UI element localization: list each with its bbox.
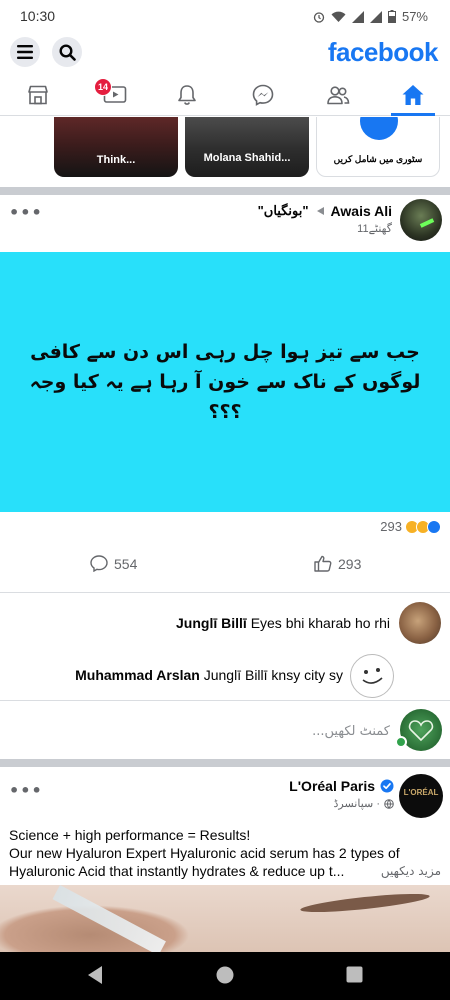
facebook-logo[interactable]: facebook (328, 37, 439, 68)
like-reaction-icon (427, 519, 441, 534)
post-meta: سپانسرڈ · (334, 797, 394, 810)
verified-badge-icon (380, 779, 394, 793)
comments-count: 554 (114, 555, 138, 572)
menu-button[interactable] (10, 37, 40, 67)
battery-icon (387, 10, 396, 23)
divider (0, 700, 450, 701)
divider (0, 592, 450, 593)
thumbs-up-icon (314, 555, 332, 572)
section-separator (0, 187, 450, 195)
author-avatar[interactable] (400, 199, 442, 241)
comment-text: Eyes bhi kharab ho rhi (250, 615, 390, 631)
tab-home[interactable] (393, 78, 433, 112)
group-name[interactable]: "بونگیاں" (258, 203, 309, 219)
story-caption: Molana Shahid... (203, 152, 291, 164)
post-header: "بونگیاں" Awais Ali (258, 203, 392, 219)
author-name[interactable]: L'Oréal Paris (289, 778, 375, 794)
post-options-button[interactable]: ••• (9, 781, 43, 800)
messenger-icon (252, 84, 274, 106)
comment-input[interactable]: کمنٹ لکھیں... (312, 724, 390, 739)
post-time: 11گھنٹے (357, 223, 392, 235)
add-story-icon (360, 117, 398, 140)
app-header: facebook (0, 34, 450, 72)
status-time: 10:30 (20, 8, 56, 24)
status-bar: 10:30 57% (0, 0, 450, 34)
sponsored-label: سپانسرڈ · (333, 798, 380, 810)
stories-tray: Think... Molana Shahid... سٹوری میں شامل… (0, 117, 450, 187)
post-body-line: Hyaluronic Acid that instantly hydrates … (9, 863, 345, 879)
home-button-icon[interactable] (216, 966, 234, 984)
section-separator (0, 759, 450, 767)
story-caption: Think... (96, 154, 136, 166)
home-active-indicator (391, 113, 435, 116)
author-name[interactable]: Awais Ali (331, 203, 392, 219)
bell-icon (178, 85, 196, 105)
story-card[interactable]: Molana Shahid... (185, 117, 309, 177)
globe-icon (384, 798, 394, 809)
post-body-line: Our new Hyaluron Expert Hyaluronic acid … (9, 845, 400, 861)
create-story-card[interactable]: سٹوری میں شامل کریں (316, 117, 440, 177)
system-navigation-bar (0, 952, 450, 1000)
comment-author[interactable]: Junglī Billī (176, 615, 247, 631)
create-story-label: سٹوری میں شامل کریں (333, 154, 423, 164)
reactions-count: 293 (380, 519, 402, 534)
commenter-avatar[interactable] (399, 602, 441, 644)
like-button[interactable]: 293 (314, 555, 361, 572)
wifi-icon (331, 11, 346, 22)
tab-messenger[interactable] (243, 78, 283, 112)
search-button[interactable] (52, 37, 82, 67)
signal2-icon (369, 10, 382, 23)
search-icon (58, 43, 76, 61)
watch-badge: 14 (94, 78, 112, 96)
marketplace-icon (28, 85, 48, 105)
tab-notifications[interactable] (167, 78, 207, 112)
smiley-icon (362, 668, 383, 684)
comment-icon (90, 555, 108, 572)
alarm-icon (313, 11, 325, 23)
online-indicator (395, 736, 407, 748)
comment-item: Junglī Billī Eyes bhi kharab ho rhi (176, 615, 390, 631)
signal-icon (351, 10, 364, 23)
advertiser-avatar[interactable]: L'ORÉAL (399, 774, 443, 818)
tab-nav (0, 72, 450, 116)
post-options-button[interactable]: ••• (9, 203, 43, 222)
post-meta: 11گھنٹے (357, 222, 392, 235)
post-body: Science + high performance = Results! Ou… (9, 826, 441, 880)
friends-icon (327, 86, 350, 105)
post-text: جب سے تیز ہوا چل رہی اس دن سے کافی لوگوں… (29, 341, 421, 423)
advertiser-logo-text: L'ORÉAL (403, 788, 439, 797)
back-icon[interactable] (86, 965, 104, 985)
menu-icon (17, 45, 33, 59)
comment-button[interactable]: 554 (90, 555, 137, 572)
tab-marketplace[interactable] (18, 78, 58, 112)
ad-image[interactable] (0, 885, 450, 955)
recents-icon[interactable] (346, 966, 363, 983)
tab-friends[interactable] (318, 78, 358, 112)
post-header: L'Oréal Paris (289, 778, 394, 794)
likes-count: 293 (338, 555, 362, 572)
home-icon (402, 85, 424, 105)
battery-level: 57% (401, 9, 428, 24)
post-text-banner: جب سے تیز ہوا چل رہی اس دن سے کافی لوگوں… (0, 252, 450, 512)
see-more-link[interactable]: مزید دیکھیں (381, 862, 441, 880)
status-icons: 57% (313, 9, 428, 24)
commenter-avatar[interactable] (350, 654, 394, 698)
arrow-left-icon (316, 207, 324, 215)
comment-text: Junglī Billī knsy city sy (203, 667, 343, 683)
story-card[interactable]: Think... (54, 117, 178, 177)
post-body-line: Science + high performance = Results! (9, 827, 251, 843)
comment-item: Muhammad Arslan Junglī Billī knsy city s… (75, 667, 343, 683)
comment-author[interactable]: Muhammad Arslan (75, 667, 200, 683)
reactions-summary[interactable]: 293 (380, 519, 441, 534)
